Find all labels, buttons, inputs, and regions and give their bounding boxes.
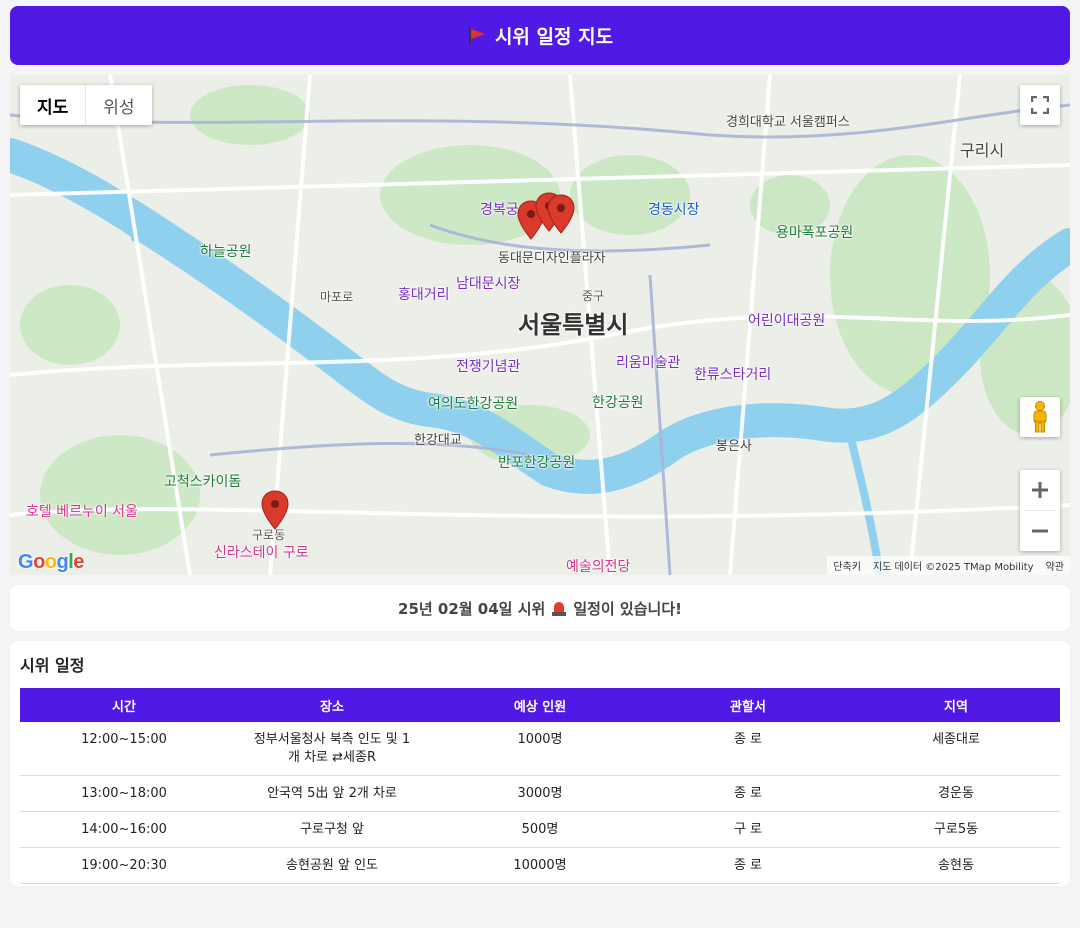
zoom-out-button[interactable] — [1020, 511, 1060, 551]
map-label-namdaemun: 남대문시장 — [456, 276, 521, 292]
map-type-control: 지도 위성 — [20, 85, 152, 125]
header-title-text: 시위 일정 지도 — [494, 26, 614, 48]
cell-time: 14:00~16:00 — [20, 811, 228, 848]
map-label-hongdae: 홍대거리 — [398, 287, 450, 303]
fullscreen-button[interactable] — [1020, 85, 1060, 125]
map-label-gyeongbokgung: 경복궁 — [480, 202, 519, 218]
pegman-icon — [1033, 401, 1047, 433]
flag-icon — [467, 27, 487, 44]
map-label-leeum: 리움미술관 — [616, 355, 681, 371]
table-row: 13:00~18:00 안국역 5出 앞 2개 차로 3000명 종 로 경운동 — [20, 775, 1060, 812]
minus-icon — [1032, 529, 1048, 533]
cell-precinct: 종 로 — [644, 775, 852, 812]
schedule-title: 시위 일정 — [20, 656, 85, 675]
map-label-city: 서울특별시 — [518, 311, 629, 339]
map-label-hanryu: 한류스타거리 — [694, 367, 772, 383]
table-row: 12:00~15:00 정부서울청사 북측 인도 및 1개 차로 ⇄세종R 10… — [20, 722, 1060, 776]
cell-attendance: 1000명 — [436, 722, 644, 776]
cell-time: 13:00~18:00 — [20, 775, 228, 812]
cell-attendance: 3000명 — [436, 775, 644, 812]
map-view[interactable]: 서울특별시 구리시 경복궁 경동시장 동대문디자인플라자 남대문시장 홍대거리 … — [10, 75, 1070, 575]
cell-location: 송현공원 앞 인도 — [228, 847, 436, 884]
schedule-table: 시간 장소 예상 인원 관할서 지역 12:00~15:00 정부서울청사 북측… — [20, 688, 1060, 884]
map-label-arts-center: 예술의전당 — [566, 559, 631, 575]
table-row: 14:00~16:00 구로구청 앞 500명 구 로 구로5동 — [20, 811, 1060, 848]
header-title: 시위 일정 지도 — [467, 22, 613, 49]
column-header-time: 시간 — [112, 699, 136, 715]
column-header-precinct: 관할서 — [730, 699, 766, 715]
cell-location: 구로구청 앞 — [228, 811, 436, 848]
cell-time: 19:00~20:30 — [20, 847, 228, 884]
cell-location: 정부서울청사 북측 인도 및 1개 차로 ⇄세종R — [228, 722, 436, 776]
map-label-junggu: 중구 — [582, 289, 605, 303]
cell-time: 12:00~15:00 — [20, 722, 228, 776]
zoom-in-button[interactable] — [1020, 470, 1060, 510]
cell-area: 세종대로 — [852, 722, 1060, 776]
protest-marker-4[interactable] — [261, 490, 289, 530]
map-label-memorial: 전쟁기념관 — [456, 359, 521, 375]
notice-suffix: 일정이 있습니다! — [573, 599, 682, 618]
map-label-banpo-park: 반포한강공원 — [498, 455, 576, 471]
cell-precinct: 종 로 — [644, 847, 852, 884]
column-header-area: 지역 — [944, 699, 968, 715]
map-type-satellite-button[interactable]: 위성 — [85, 85, 151, 125]
column-header-location: 장소 — [320, 699, 344, 715]
plus-icon — [1032, 482, 1048, 498]
fullscreen-icon — [1031, 96, 1049, 114]
cell-attendance: 500명 — [436, 811, 644, 848]
protest-notice: 25년 02월 04일 시위 일정이 있습니다! — [10, 585, 1070, 631]
table-header-row: 시간 장소 예상 인원 관할서 지역 — [20, 688, 1060, 722]
zoom-control — [1020, 470, 1060, 551]
cell-area: 송현동 — [852, 847, 1060, 884]
map-label-yeouido-park: 여의도한강공원 — [428, 396, 519, 412]
map-label-haneul-park: 하늘공원 — [200, 244, 252, 260]
map-label-children-park: 어린이대공원 — [748, 313, 826, 329]
schedule-panel: 시위 일정 시간 장소 예상 인원 관할서 지역 12:00~15:00 정부서… — [10, 641, 1070, 886]
map-label-yongma: 용마폭포공원 — [776, 225, 854, 241]
terms-link[interactable]: 약관 — [1046, 558, 1064, 573]
map-label-kyunghee: 경희대학교 서울캠퍼스 — [726, 115, 850, 130]
street-view-button[interactable] — [1020, 397, 1060, 437]
cell-precinct: 구 로 — [644, 811, 852, 848]
protest-marker-3[interactable] — [547, 194, 575, 234]
page-header: 시위 일정 지도 — [10, 6, 1070, 65]
cell-precinct: 종 로 — [644, 722, 852, 776]
map-label-dongdaemun: 동대문디자인플라자 — [498, 251, 606, 266]
map-type-map-button[interactable]: 지도 — [20, 85, 85, 125]
cell-location: 안국역 5出 앞 2개 차로 — [228, 775, 436, 812]
cell-area: 경운동 — [852, 775, 1060, 812]
map-label-hangang-park: 한강공원 — [592, 395, 644, 411]
column-header-attendance: 예상 인원 — [513, 699, 567, 715]
map-label-gyeongdong-market: 경동시장 — [648, 202, 700, 218]
google-logo: Google — [18, 551, 84, 573]
map-label-guri: 구리시 — [960, 141, 1005, 160]
table-row: 19:00~20:30 송현공원 앞 인도 10000명 종 로 송현동 — [20, 847, 1060, 884]
cell-attendance: 10000명 — [436, 847, 644, 884]
notice-prefix: 25년 02월 04일 시위 — [398, 599, 546, 618]
map-label-bongeunsa: 봉은사 — [716, 439, 752, 454]
map-label-gocheok: 고척스카이돔 — [164, 474, 242, 490]
map-label-hangang-bridge: 한강대교 — [414, 433, 462, 448]
siren-icon — [551, 600, 567, 616]
map-data-credit: 지도 데이터 ©2025 TMap Mobility — [872, 562, 1034, 573]
cell-area: 구로5동 — [852, 811, 1060, 848]
map-label-shilla: 신라스테이 구로 — [214, 545, 309, 561]
map-attribution: 단축키 지도 데이터 ©2025 TMap Mobility 약관 — [827, 556, 1070, 575]
shortcuts-link[interactable]: 단축키 — [833, 558, 861, 573]
map-label-mapo: 마포로 — [320, 290, 354, 304]
map-label-hotel-bernui: 호텔 베르누이 서울 — [26, 504, 138, 520]
